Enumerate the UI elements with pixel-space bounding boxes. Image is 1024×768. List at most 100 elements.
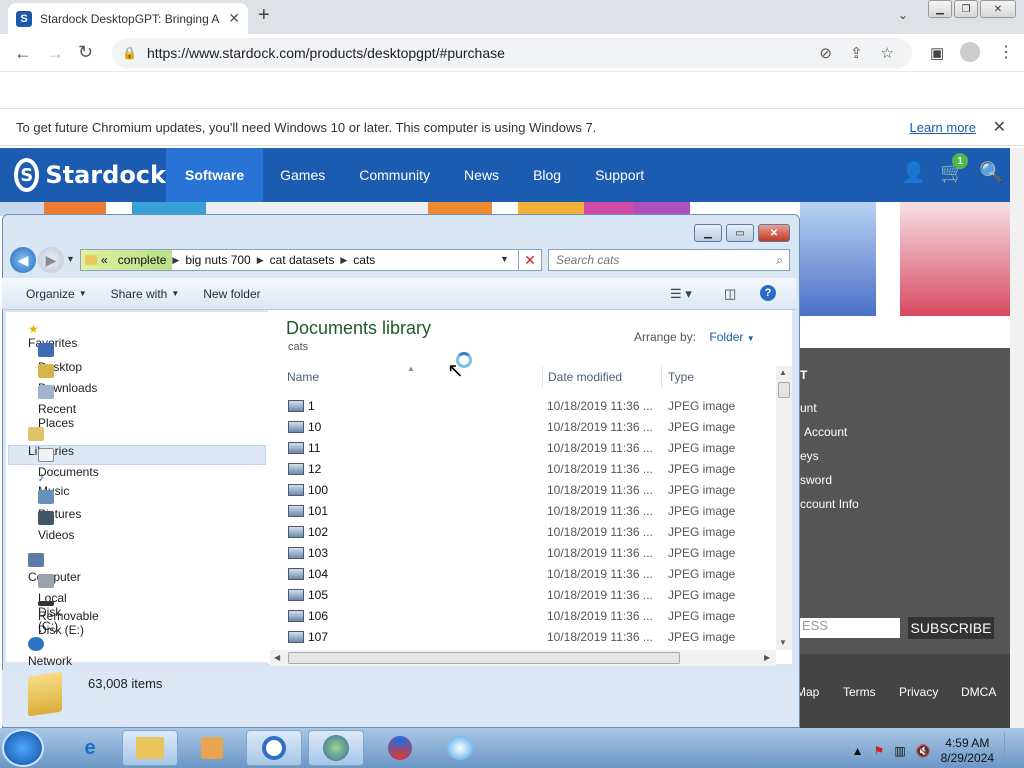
organize-button[interactable]: Organize ▼: [2, 287, 99, 301]
preview-pane-icon[interactable]: ◫: [724, 286, 736, 302]
close-tab-icon[interactable]: ✕: [228, 10, 240, 27]
footer-link[interactable]: Account: [804, 425, 847, 439]
profile-avatar-icon[interactable]: [960, 42, 980, 62]
restore-window-button[interactable]: ❐: [954, 0, 978, 18]
breadcrumb-cats[interactable]: cats: [347, 253, 381, 267]
footer-link-terms[interactable]: Terms: [843, 685, 876, 699]
scroll-right-icon[interactable]: ▶: [764, 653, 770, 662]
vscroll-thumb[interactable]: [778, 382, 790, 398]
address-dropdown-icon[interactable]: ▼: [500, 254, 509, 264]
file-row[interactable]: 12 10/18/2019 11:36 ... JPEG image: [288, 462, 776, 483]
scroll-down-icon[interactable]: ▼: [779, 638, 787, 647]
stardock-logo[interactable]: S Stardock: [0, 158, 166, 192]
learn-more-link[interactable]: Learn more: [910, 120, 976, 135]
menu-dots-icon[interactable]: ⋮: [998, 42, 1014, 62]
new-folder-button[interactable]: New folder: [191, 287, 272, 301]
column-header-name[interactable]: Name: [287, 370, 319, 384]
file-row[interactable]: 103 10/18/2019 11:36 ... JPEG image: [288, 546, 776, 567]
hscroll-thumb[interactable]: [288, 652, 680, 664]
new-tab-button[interactable]: +: [258, 4, 270, 27]
explorer-back-icon[interactable]: ◀: [10, 247, 36, 273]
system-clock[interactable]: 4:59 AM 8/29/2024: [941, 736, 994, 766]
volume-muted-icon[interactable]: 🔇: [916, 744, 931, 758]
globe-app-icon[interactable]: [308, 730, 364, 766]
bookmark-star-icon[interactable]: ☆: [881, 44, 894, 62]
column-header-date[interactable]: Date modified: [548, 370, 622, 384]
subscribe-button[interactable]: SUBSCRIBE: [908, 617, 994, 639]
back-icon[interactable]: ←: [14, 43, 32, 64]
nav-support[interactable]: Support: [578, 148, 661, 202]
breadcrumb-separator-icon[interactable]: ▶: [172, 255, 179, 266]
product-card-image[interactable]: [900, 202, 1010, 316]
nav-blog[interactable]: Blog: [516, 148, 578, 202]
reload-icon[interactable]: ↻: [78, 42, 93, 63]
product-card-image[interactable]: [800, 202, 876, 316]
footer-link[interactable]: sword: [800, 473, 832, 487]
eye-slash-icon[interactable]: ⊘: [819, 44, 832, 62]
cloud-app-icon[interactable]: [432, 730, 488, 766]
nav-games[interactable]: Games: [263, 148, 342, 202]
column-separator[interactable]: [661, 366, 662, 388]
newsletter-email-input[interactable]: ESS: [800, 618, 900, 638]
file-row[interactable]: 102 10/18/2019 11:36 ... JPEG image: [288, 525, 776, 546]
file-row[interactable]: 104 10/18/2019 11:36 ... JPEG image: [288, 567, 776, 588]
arrange-dropdown[interactable]: Folder ▼: [709, 330, 754, 344]
tab-search-chevron-icon[interactable]: ⌄: [898, 8, 908, 22]
help-icon[interactable]: ?: [760, 285, 776, 301]
breadcrumb-separator-icon[interactable]: ▶: [257, 255, 264, 266]
column-separator[interactable]: [542, 366, 543, 388]
breadcrumb-big-nuts[interactable]: big nuts 700: [179, 253, 256, 267]
file-list-vscroll[interactable]: [776, 366, 792, 650]
breadcrumb-overflow[interactable]: «: [101, 253, 108, 267]
nav-recent-places[interactable]: Recent Places: [38, 385, 76, 430]
recent-pages-dropdown-icon[interactable]: ▼: [66, 254, 75, 264]
file-row[interactable]: 106 10/18/2019 11:36 ... JPEG image: [288, 609, 776, 630]
forward-icon[interactable]: →: [46, 43, 64, 64]
nav-network[interactable]: Network: [28, 637, 72, 668]
explorer-maximize-button[interactable]: ▭: [726, 224, 754, 242]
file-row[interactable]: 11 10/18/2019 11:36 ... JPEG image: [288, 441, 776, 462]
swirl-app-icon[interactable]: [372, 730, 428, 766]
file-row[interactable]: 1 10/18/2019 11:36 ... JPEG image: [288, 399, 776, 420]
file-row[interactable]: 100 10/18/2019 11:36 ... JPEG image: [288, 483, 776, 504]
user-account-icon[interactable]: 👤: [901, 160, 926, 185]
search-icon[interactable]: ⌕: [776, 253, 783, 268]
close-infobar-icon[interactable]: ✕: [993, 117, 1006, 137]
explorer-search-input[interactable]: Search cats ⌕: [548, 249, 790, 271]
chromium-icon[interactable]: [246, 730, 302, 766]
breadcrumb-complete[interactable]: complete: [118, 253, 167, 267]
nav-software[interactable]: Software: [166, 148, 264, 202]
action-center-icon[interactable]: ⚑: [874, 744, 885, 758]
address-clear-icon[interactable]: ✕: [518, 249, 542, 271]
internet-explorer-icon[interactable]: e: [62, 730, 118, 766]
file-row[interactable]: 105 10/18/2019 11:36 ... JPEG image: [288, 588, 776, 609]
share-icon[interactable]: ⇪: [850, 44, 863, 62]
show-hidden-icons-icon[interactable]: ▲: [852, 744, 864, 758]
browser-tab[interactable]: S Stardock DesktopGPT: Bringing A ✕: [8, 3, 248, 34]
scroll-left-icon[interactable]: ◀: [274, 653, 280, 662]
scroll-up-icon[interactable]: ▲: [779, 368, 787, 377]
nav-community[interactable]: Community: [342, 148, 447, 202]
column-header-type[interactable]: Type: [668, 370, 694, 384]
network-status-icon[interactable]: ▥: [894, 744, 905, 758]
footer-link[interactable]: unt: [800, 401, 817, 415]
explorer-forward-icon[interactable]: ▶: [38, 247, 64, 273]
explorer-close-button[interactable]: ✕: [758, 224, 790, 242]
file-explorer-icon[interactable]: [122, 730, 178, 766]
start-button[interactable]: [2, 729, 44, 767]
cart-icon[interactable]: 🛒 1: [940, 153, 969, 185]
nav-removable-disk[interactable]: Removable Disk (E:): [38, 595, 99, 637]
footer-link-privacy[interactable]: Privacy: [899, 685, 938, 699]
nav-news[interactable]: News: [447, 148, 516, 202]
file-row[interactable]: 10 10/18/2019 11:36 ... JPEG image: [288, 420, 776, 441]
media-player-icon[interactable]: [184, 730, 240, 766]
breadcrumb-root[interactable]: « complete: [81, 250, 173, 270]
site-search-icon[interactable]: 🔍: [979, 160, 1004, 185]
share-with-button[interactable]: Share with ▼: [99, 287, 192, 301]
footer-link[interactable]: ccount Info: [800, 497, 859, 511]
file-row[interactable]: 107 10/18/2019 11:36 ... JPEG image: [288, 630, 776, 651]
file-row[interactable]: 101 10/18/2019 11:36 ... JPEG image: [288, 504, 776, 525]
sidepanel-icon[interactable]: ▣: [930, 44, 944, 62]
minimize-window-button[interactable]: ▁: [928, 0, 952, 18]
close-window-button[interactable]: ✕: [980, 0, 1016, 18]
